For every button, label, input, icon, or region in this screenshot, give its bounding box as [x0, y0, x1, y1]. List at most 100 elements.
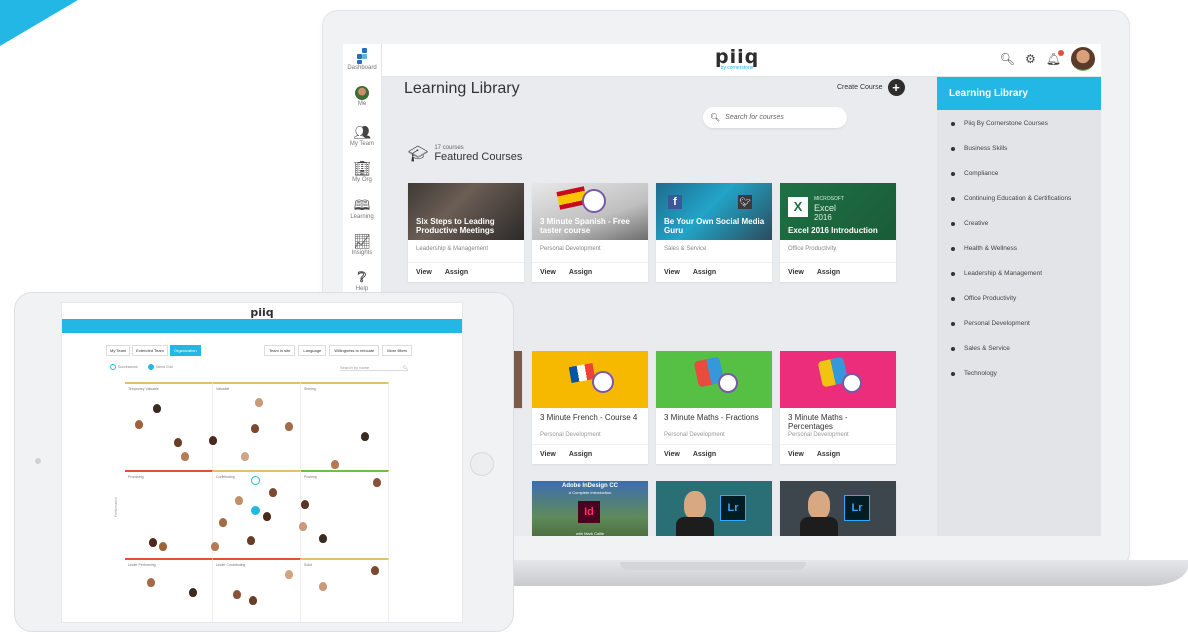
user-avatar[interactable]: [1071, 47, 1095, 71]
nav-learning[interactable]: 🕮︎ Learning: [343, 197, 381, 220]
course-card[interactable]: Adobe InDesign CC A Complete Introductio…: [532, 481, 648, 536]
person-avatar[interactable]: [301, 500, 309, 509]
course-card[interactable]: 3 Minute Maths - Percentages Personal De…: [780, 351, 896, 464]
filter-button[interactable]: Language: [298, 345, 327, 356]
person-avatar[interactable]: [299, 522, 307, 531]
person-avatar[interactable]: [285, 422, 293, 431]
tablet-search-input[interactable]: Search by name 🔍︎: [340, 365, 408, 371]
assign-button[interactable]: Assign: [693, 451, 716, 458]
group-node[interactable]: [251, 506, 260, 515]
course-card[interactable]: X MICROSOFT Excel 2016 Excel 2016 Introd…: [780, 183, 896, 282]
nav-insights[interactable]: 📈︎ Insights: [343, 233, 381, 256]
person-avatar[interactable]: [285, 570, 293, 579]
category-item[interactable]: Continuing Education & Certifications: [951, 195, 1101, 220]
course-card[interactable]: Six Steps to Leading Productive Meetings…: [408, 183, 524, 282]
nav-help[interactable]: ❔︎ Help: [343, 269, 381, 292]
assign-button[interactable]: Assign: [569, 269, 592, 276]
bell-icon[interactable]: 🔔︎: [1046, 50, 1064, 66]
course-thumbnail: Six Steps to Leading Productive Meetings: [408, 183, 524, 240]
person-avatar[interactable]: [247, 536, 255, 545]
view-button[interactable]: View: [788, 269, 804, 276]
category-item[interactable]: Technology: [951, 370, 1101, 395]
person-avatar[interactable]: [319, 534, 327, 543]
course-card[interactable]: f 🐦︎ Be Your Own Social Media Guru Sales…: [656, 183, 772, 282]
search-icon[interactable]: 🔍︎: [1000, 52, 1015, 66]
person-avatar[interactable]: [189, 588, 197, 597]
course-search-input[interactable]: 🔍︎ Search for courses: [703, 107, 847, 128]
course-card[interactable]: 3 Minute Spanish - Free taster course Pe…: [532, 183, 648, 282]
course-card[interactable]: 3 Minute French - Course 4 Personal Deve…: [532, 351, 648, 464]
tab-organization[interactable]: Organization: [169, 345, 201, 356]
category-item[interactable]: Office Productivity: [951, 295, 1101, 320]
category-item[interactable]: Business Skills: [951, 145, 1101, 170]
nav-dashboard[interactable]: Dashboard: [343, 48, 381, 71]
filter-button[interactable]: Willingness to relocate: [329, 345, 380, 356]
person-avatar[interactable]: [209, 436, 217, 445]
category-item[interactable]: Creative: [951, 220, 1101, 245]
category-item[interactable]: Compliance: [951, 170, 1101, 195]
person-avatar[interactable]: [249, 596, 257, 605]
person-avatar[interactable]: [233, 590, 241, 599]
nav-my-org[interactable]: 🏢︎ My Org: [343, 160, 381, 183]
person-avatar[interactable]: [373, 478, 381, 487]
radio-successions[interactable]: Successions: [110, 364, 138, 370]
person-avatar[interactable]: [263, 512, 271, 521]
radio-talent-grid[interactable]: Talent Grid: [147, 364, 173, 370]
piiq-logo[interactable]: piiq by cornerstone: [715, 47, 759, 71]
gear-icon[interactable]: ⚙: [1025, 52, 1036, 66]
person-avatar[interactable]: [251, 424, 259, 433]
person-avatar[interactable]: [255, 398, 263, 407]
category-item[interactable]: Piiq By Cornerstone Courses: [951, 120, 1101, 145]
plus-icon[interactable]: +: [887, 79, 905, 96]
view-button[interactable]: View: [664, 269, 680, 276]
nav-me[interactable]: Me: [343, 86, 381, 107]
person-avatar[interactable]: [361, 432, 369, 441]
grid-cell[interactable]: Under Performing: [125, 558, 213, 622]
grid-cell[interactable]: Under Contributing: [213, 558, 301, 622]
person-avatar[interactable]: [174, 438, 182, 447]
view-button[interactable]: View: [540, 269, 556, 276]
group-node[interactable]: [251, 476, 260, 485]
person-avatar[interactable]: [269, 488, 277, 497]
grid-cell[interactable]: Shining: [301, 382, 389, 468]
assign-button[interactable]: Assign: [817, 269, 840, 276]
person-avatar[interactable]: [211, 542, 219, 551]
category-item[interactable]: Leadership & Management: [951, 270, 1101, 295]
view-button[interactable]: View: [788, 451, 804, 458]
person-avatar[interactable]: [319, 582, 327, 591]
course-card[interactable]: Lr: [656, 481, 772, 536]
tablet-logo[interactable]: piiq: [250, 306, 273, 319]
assign-button[interactable]: Assign: [445, 269, 468, 276]
person-avatar[interactable]: [371, 566, 379, 575]
person-avatar[interactable]: [235, 496, 243, 505]
course-category: Personal Development: [540, 432, 601, 438]
assign-button[interactable]: Assign: [817, 451, 840, 458]
person-avatar[interactable]: [153, 404, 161, 413]
person-avatar[interactable]: [147, 578, 155, 587]
course-card[interactable]: Lr: [780, 481, 896, 536]
person-avatar[interactable]: [331, 460, 339, 469]
person-avatar[interactable]: [219, 518, 227, 527]
assign-button[interactable]: Assign: [693, 269, 716, 276]
category-item[interactable]: Sales & Service: [951, 345, 1101, 370]
category-item[interactable]: Health & Wellness: [951, 245, 1101, 270]
filter-button[interactable]: Team in site: [264, 345, 296, 356]
view-button[interactable]: View: [540, 451, 556, 458]
tab-my-team[interactable]: My Team: [106, 345, 131, 356]
view-button[interactable]: View: [416, 269, 432, 276]
person-avatar[interactable]: [159, 542, 167, 551]
course-category: Sales & Service: [664, 246, 707, 252]
tab-extended-team[interactable]: Extended Team: [132, 345, 168, 356]
person-avatar[interactable]: [135, 420, 143, 429]
view-button[interactable]: View: [664, 451, 680, 458]
person-avatar[interactable]: [149, 538, 157, 547]
assign-button[interactable]: Assign: [569, 451, 592, 458]
course-card[interactable]: 3 Minute Maths - Fractions Personal Deve…: [656, 351, 772, 464]
nav-my-team[interactable]: 👥︎ My Team: [343, 124, 381, 147]
create-course-button[interactable]: Create Course +: [837, 79, 905, 96]
person-avatar[interactable]: [181, 452, 189, 461]
filter-button[interactable]: More filters: [382, 345, 412, 356]
category-item[interactable]: Personal Development: [951, 320, 1101, 345]
grid-cell[interactable]: Promising: [125, 470, 213, 556]
person-avatar[interactable]: [241, 452, 249, 461]
